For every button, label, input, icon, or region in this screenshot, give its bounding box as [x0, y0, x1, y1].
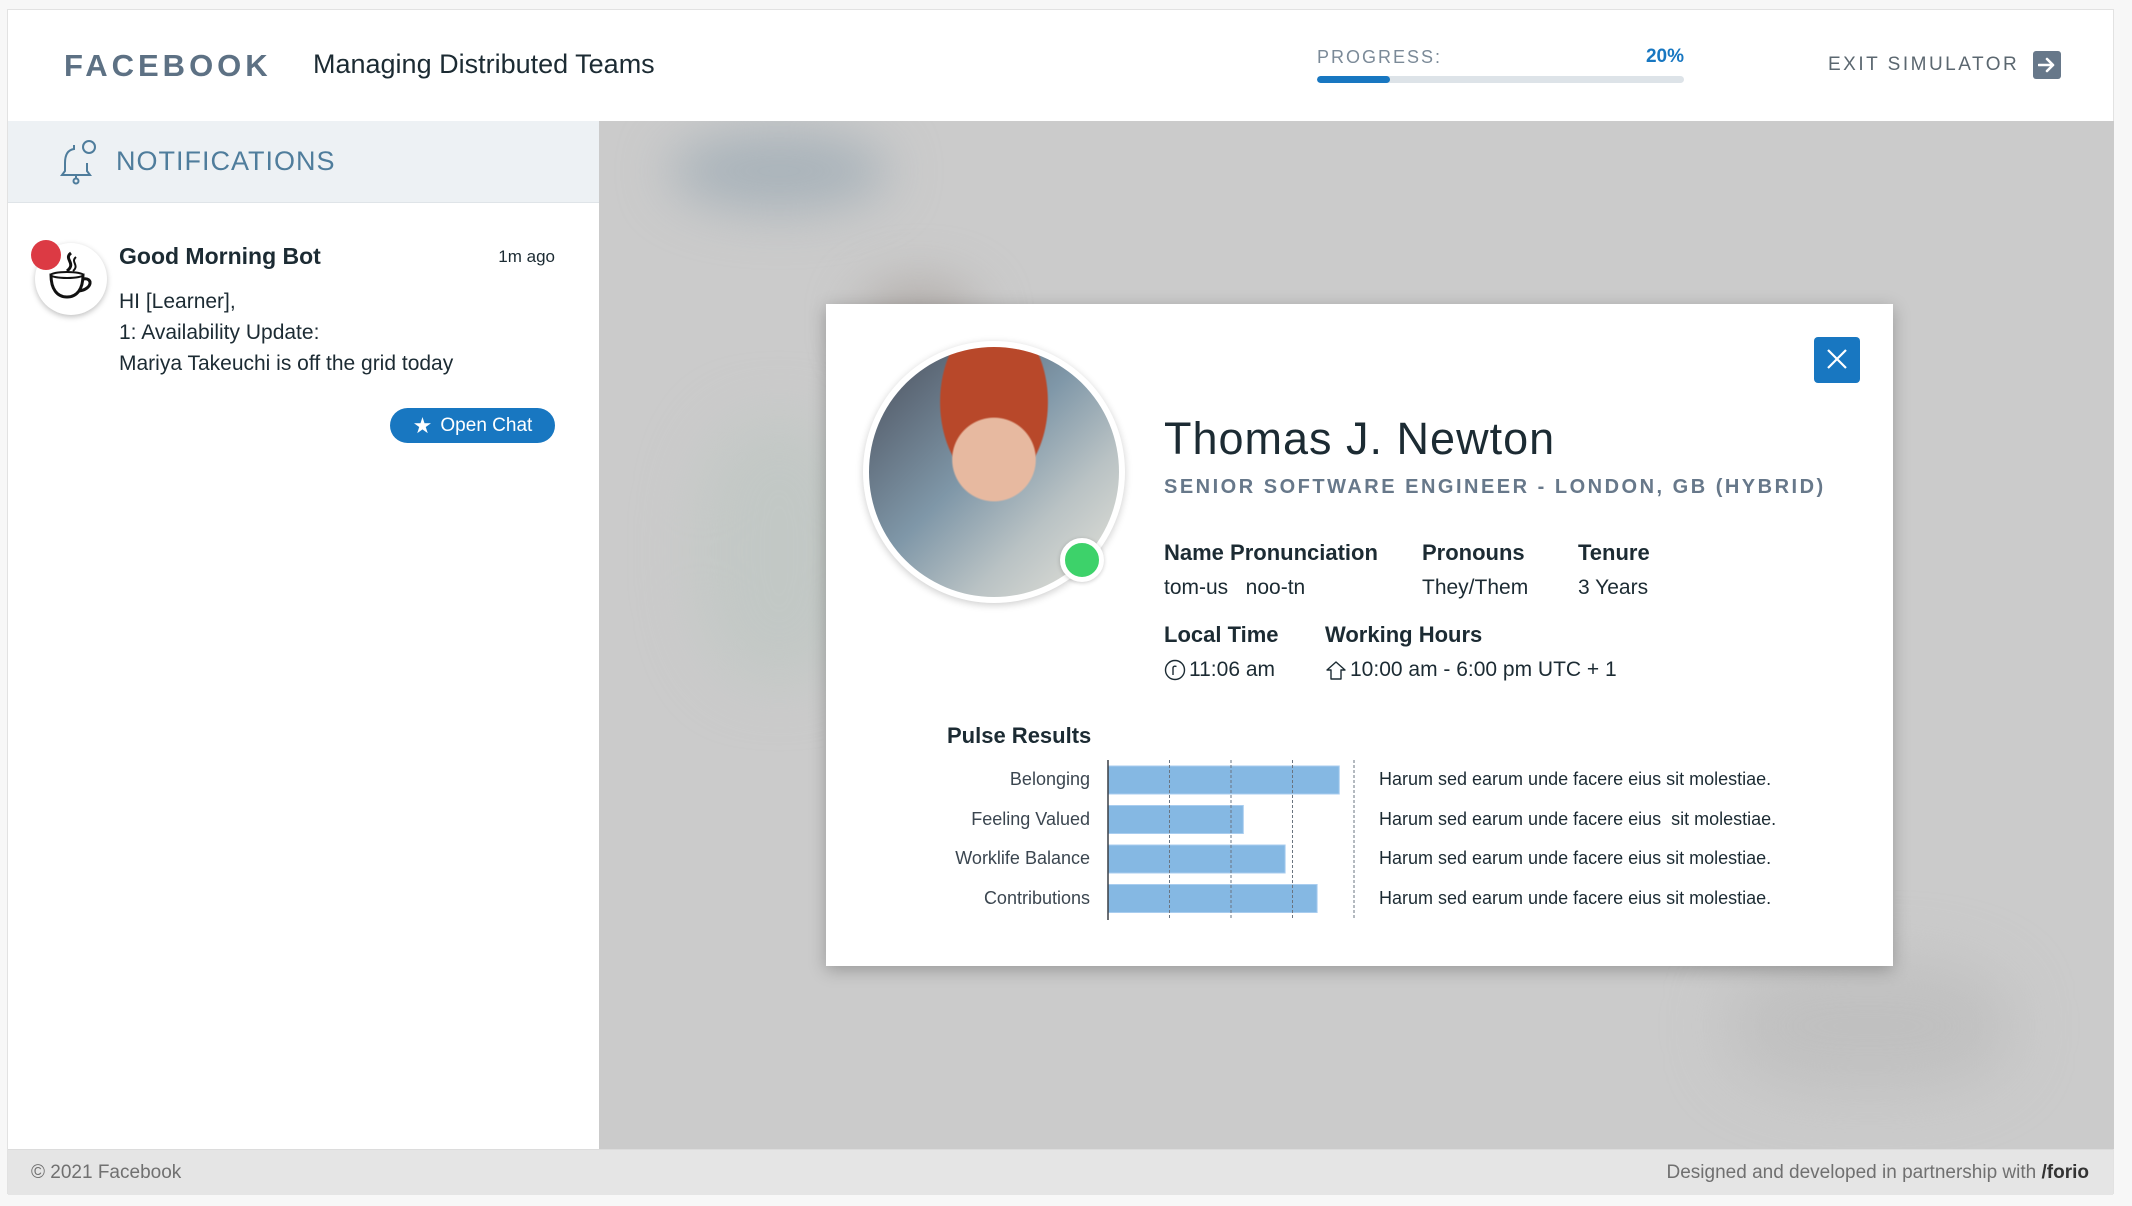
pulse-category-label: Feeling Valued [971, 808, 1090, 829]
notification-line: 1: Availability Update: [119, 321, 320, 344]
field-value: 3 Years [1578, 576, 1649, 599]
open-chat-label: Open Chat [440, 414, 533, 436]
field-working-hours: Working Hours 10:00 am - 6:00 pm UTC + 1 [1325, 622, 1617, 682]
footer: © 2021 Facebook Designed and developed i… [8, 1149, 2113, 1195]
open-chat-button[interactable]: ★ Open Chat [390, 408, 555, 443]
copyright-text: © 2021 Facebook [31, 1162, 182, 1183]
field-pronouns: Pronouns They/Them [1422, 540, 1528, 600]
pulse-category-label: Worklife Balance [955, 848, 1090, 868]
forio-brand: /forio [2041, 1162, 2090, 1183]
profile-role: SENIOR SOFTWARE ENGINEER - LONDON, GB (H… [1164, 476, 1826, 498]
exit-simulator-button[interactable]: EXIT SIMULATOR [1828, 50, 2062, 80]
star-icon: ★ [412, 412, 433, 438]
field-local-time: Local Time 11:06 am [1164, 622, 1279, 682]
exit-simulator-label: EXIT SIMULATOR [1828, 54, 2020, 75]
field-label: Working Hours [1325, 622, 1483, 647]
blurred-background [669, 131, 889, 211]
working-hours-value: 10:00 am - 6:00 pm UTC + 1 [1350, 658, 1617, 681]
close-icon [1826, 348, 1848, 373]
progress-bar-fill [1317, 76, 1391, 83]
credit-text: Designed and developed in partnership wi… [1666, 1162, 2042, 1183]
notification-line: HI [Learner], [119, 290, 236, 313]
pulse-bar-worklife-balance [1107, 844, 1286, 874]
field-value-row: 10:00 am - 6:00 pm UTC + 1 [1325, 658, 1617, 682]
progress-bar [1317, 76, 1684, 83]
pulse-bar-feeling-valued [1107, 805, 1244, 834]
online-status-indicator [1060, 538, 1104, 582]
pulse-results-title: Pulse Results [947, 723, 1092, 748]
pulse-category-label: Contributions [983, 887, 1090, 908]
unread-indicator [31, 240, 61, 270]
simulator-page: FACEBOOK Managing Distributed Teams PROG… [7, 9, 2114, 1195]
notification-line: Mariya Takeuchi is off the grid today [119, 352, 454, 375]
profile-modal: Thomas J. Newton SENIOR SOFTWARE ENGINEE… [826, 304, 1893, 966]
field-label: Pronouns [1422, 540, 1525, 565]
field-value: tom-us noo-tn [1164, 576, 1306, 599]
field-value: They/Them [1422, 576, 1529, 599]
top-header: FACEBOOK Managing Distributed Teams PROG… [8, 10, 2113, 122]
pulse-bar-belonging [1107, 765, 1340, 795]
pulse-description: Harum sed earum unde facere eius sit mol… [1379, 848, 1772, 868]
local-time-value: 11:06 am [1189, 658, 1275, 681]
field-label: Name Pronunciation [1164, 540, 1378, 565]
pulse-description: Harum sed earum unde facere eius sit mol… [1379, 887, 1772, 908]
field-label: Tenure [1578, 540, 1650, 565]
notifications-header: NOTIFICATIONS [8, 121, 599, 203]
notification-sender: Good Morning Bot [119, 243, 321, 269]
pulse-category-label: Belonging [1009, 769, 1090, 789]
partnership-credit: Designed and developed in partnership wi… [1667, 1162, 2089, 1184]
profile-avatar [863, 341, 1125, 603]
clock-icon [1164, 659, 1186, 681]
pulse-bar-contributions [1107, 884, 1318, 913]
close-modal-button[interactable] [1814, 337, 1860, 383]
profile-name: Thomas J. Newton [1164, 413, 1556, 464]
field-value-row: 11:06 am [1164, 658, 1279, 682]
notification-time: 1m ago [498, 247, 555, 266]
progress-label: PROGRESS: [1317, 47, 1443, 67]
bell-icon [60, 137, 104, 190]
app-title: Managing Distributed Teams [313, 49, 655, 79]
progress-value: 20% [1645, 46, 1684, 67]
arrow-right-icon [2033, 51, 2062, 79]
brand-logo: FACEBOOK [64, 48, 272, 83]
notification-item: Good Morning Bot 1m ago HI [Learner], 1:… [8, 203, 599, 443]
blurred-background [1729, 961, 2009, 1091]
field-label: Local Time [1164, 622, 1279, 647]
notifications-title: NOTIFICATIONS [116, 146, 336, 176]
field-tenure: Tenure 3 Years [1578, 540, 1650, 600]
pulse-description: Harum sed earum unde facere eius sit mol… [1379, 769, 1772, 789]
home-icon [1326, 661, 1346, 680]
pulse-description: Harum sed earum unde facere eius sit mol… [1379, 808, 1777, 829]
notifications-sidebar: NOTIFICATIONS Good Morning Bot 1m ago HI… [8, 121, 600, 1149]
field-name-pronunciation: Name Pronunciation tom-us noo-tn [1164, 540, 1378, 600]
